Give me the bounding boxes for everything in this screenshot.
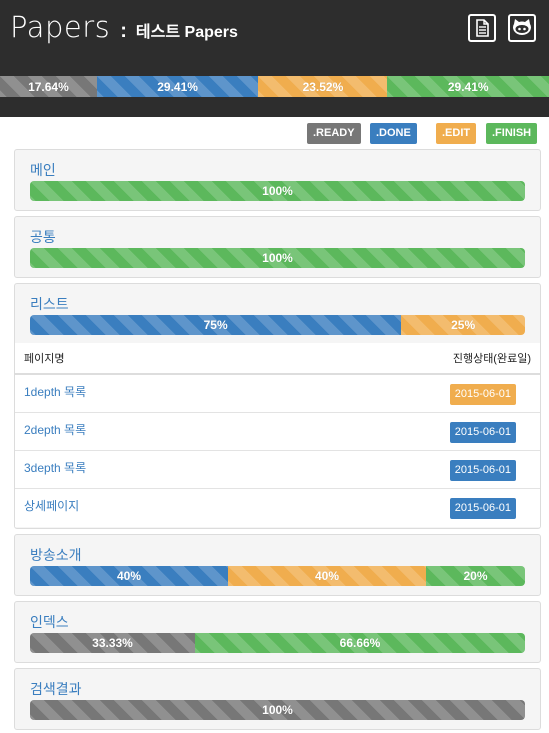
page-status-table: 페이지명 진행상태(완료일) 1depth 목록 2015-06-01 2dep… bbox=[15, 343, 540, 527]
progress-segment-edit: 40% bbox=[228, 566, 426, 586]
section-title[interactable]: 리스트 bbox=[30, 294, 69, 314]
progress-segment-edit: 25% bbox=[401, 315, 525, 335]
section-title[interactable]: 인덱스 bbox=[30, 612, 69, 632]
section-progress-bar: 40% 40% 20% bbox=[30, 566, 525, 586]
section-panel-main: 메인 100% bbox=[14, 149, 541, 211]
document-icon[interactable] bbox=[468, 14, 496, 42]
section-progress-bar: 75% 25% bbox=[30, 315, 525, 335]
section-panel-broadcast: 방송소개 40% 40% 20% bbox=[14, 534, 541, 596]
section-title[interactable]: 공통 bbox=[30, 227, 56, 247]
progress-segment-finish: 66.66% bbox=[195, 633, 525, 653]
brand-name[interactable]: Papers bbox=[10, 10, 110, 44]
page-link[interactable]: 상세페이지 bbox=[24, 489, 79, 527]
progress-segment-finish: 100% bbox=[30, 248, 525, 268]
progress-segment-done: 29.41% bbox=[96, 76, 259, 97]
table-row: 3depth 목록 2015-06-01 bbox=[15, 451, 540, 489]
progress-segment-finish: 100% bbox=[30, 181, 525, 201]
table-row: 1depth 목록 2015-06-01 bbox=[15, 375, 540, 413]
section-panel-search: 검색결과 100% bbox=[14, 668, 541, 730]
table-header: 페이지명 진행상태(완료일) bbox=[15, 343, 540, 375]
section-progress-bar: 33.33% 66.66% bbox=[30, 633, 525, 653]
progress-segment-edit: 23.52% bbox=[258, 76, 388, 97]
github-cat-icon[interactable] bbox=[508, 14, 536, 42]
page-link[interactable]: 3depth 목록 bbox=[24, 451, 86, 488]
page-link[interactable]: 2depth 목록 bbox=[24, 413, 86, 450]
status-date-badge: 2015-06-01 bbox=[449, 460, 516, 481]
header-status: 진행상태(완료일) bbox=[452, 353, 531, 365]
status-date-badge: 2015-06-01 bbox=[449, 498, 516, 519]
header-page-name: 페이지명 bbox=[24, 353, 65, 365]
legend-edit-badge: .EDIT bbox=[436, 123, 477, 144]
overall-progress: 17.64% 29.41% 23.52% 29.41% bbox=[0, 76, 549, 97]
table-row: 2depth 목록 2015-06-01 bbox=[15, 413, 540, 451]
legend-done-badge: .DONE bbox=[370, 123, 417, 144]
progress-segment-ready: 100% bbox=[30, 700, 525, 720]
progress-segment-done: 40% bbox=[30, 566, 228, 586]
legend-finish-badge: .FINISH bbox=[486, 123, 538, 144]
brand: Papers : 테스트 Papers bbox=[10, 10, 238, 44]
status-date-badge: 2015-06-01 bbox=[449, 422, 516, 443]
legend-ready-badge: .READY bbox=[307, 123, 361, 144]
page-link[interactable]: 1depth 목록 bbox=[24, 375, 86, 412]
app-header: Papers : 테스트 Papers 17.64% 29.41% 23.52% 29… bbox=[0, 0, 549, 117]
project-title: 테스트 Papers bbox=[135, 24, 238, 41]
section-title[interactable]: 방송소개 bbox=[30, 545, 82, 565]
progress-segment-finish: 20% bbox=[426, 566, 525, 586]
progress-segment-done: 75% bbox=[30, 315, 402, 335]
section-title[interactable]: 메인 bbox=[30, 160, 56, 180]
brand-separator: : bbox=[120, 20, 127, 42]
section-panel-index: 인덱스 33.33% 66.66% bbox=[14, 601, 541, 663]
section-panel-common: 공통 100% bbox=[14, 216, 541, 278]
section-progress-bar: 100% bbox=[30, 181, 525, 201]
section-progress-bar: 100% bbox=[30, 248, 525, 268]
overall-progress-bar: 17.64% 29.41% 23.52% 29.41% bbox=[0, 76, 549, 97]
table-row: 상세페이지 2015-06-01 bbox=[15, 489, 540, 527]
progress-segment-ready: 17.64% bbox=[0, 76, 97, 97]
progress-segment-ready: 33.33% bbox=[30, 633, 195, 653]
section-title[interactable]: 검색결과 bbox=[30, 679, 82, 699]
section-panel-list: 리스트 75% 25% 페이지명 진행상태(완료일) 1depth 목록 2015… bbox=[14, 283, 541, 529]
section-progress-bar: 100% bbox=[30, 700, 525, 720]
status-date-badge: 2015-06-01 bbox=[449, 384, 516, 405]
progress-segment-finish: 29.41% bbox=[387, 76, 549, 97]
